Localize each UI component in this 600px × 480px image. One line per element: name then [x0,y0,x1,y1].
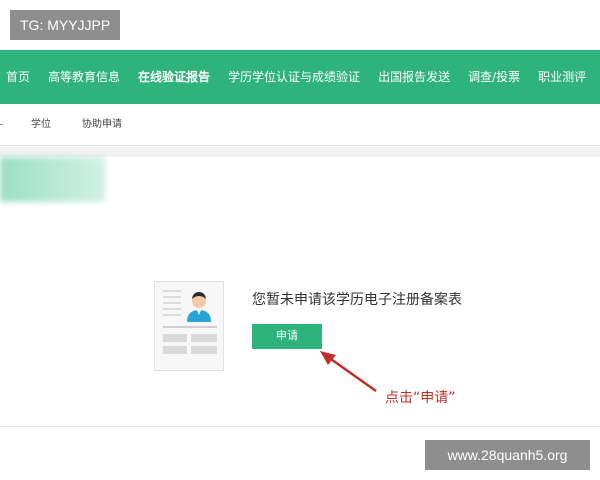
section-gap [0,147,600,157]
nav-item-career-test[interactable]: 职业测评 [529,50,595,104]
doc-block [163,346,187,354]
sub-nav: 学位 协助申请 [0,104,600,146]
nav-item-survey[interactable]: 调查/投票 [459,50,529,104]
watermark-bottom-right: www.28quanh5.org [425,440,590,470]
top-bar: TG: MYYJJPP [0,0,600,50]
apply-button[interactable]: 申请 [252,324,322,349]
subnav-divider [0,124,3,125]
content-panel: 您暂未申请该学历电子注册备案表 申请 点击“申请” [0,157,600,427]
doc-line [163,302,181,304]
subnav-item-assist-apply[interactable]: 协助申请 [82,104,122,146]
subnav-item-degree[interactable]: 学位 [31,104,51,146]
watermark-top-left: TG: MYYJJPP [10,10,121,40]
doc-line [163,290,181,292]
empty-state-text: 您暂未申请该学历电子注册备案表 [252,292,462,308]
doc-line [163,314,181,316]
instruction-annotation: 点击“申请” [385,390,456,406]
doc-line [163,296,181,298]
main-nav: 首页 高等教育信息 在线验证报告 学历学位认证与成绩验证 出国报告发送 调查/投… [0,50,600,104]
doc-block [191,334,217,342]
nav-item-home[interactable]: 首页 [0,50,39,104]
doc-block [163,334,187,342]
document-avatar-icon [154,281,224,371]
nav-item-higher-education[interactable]: 高等教育信息 [39,50,129,104]
red-arrow-icon [320,351,377,393]
person-avatar-icon [187,292,211,322]
page: TG: MYYJJPP 首页 高等教育信息 在线验证报告 学历学位认证与成绩验证… [0,0,600,480]
nav-item-online-verification[interactable]: 在线验证报告 [129,50,219,104]
blurred-title [0,157,105,202]
nav-item-degree-certification[interactable]: 学历学位认证与成绩验证 [219,50,369,104]
doc-block [191,346,217,354]
nav-item-overseas-report[interactable]: 出国报告发送 [369,50,459,104]
doc-line [163,326,217,328]
doc-line [163,308,181,310]
